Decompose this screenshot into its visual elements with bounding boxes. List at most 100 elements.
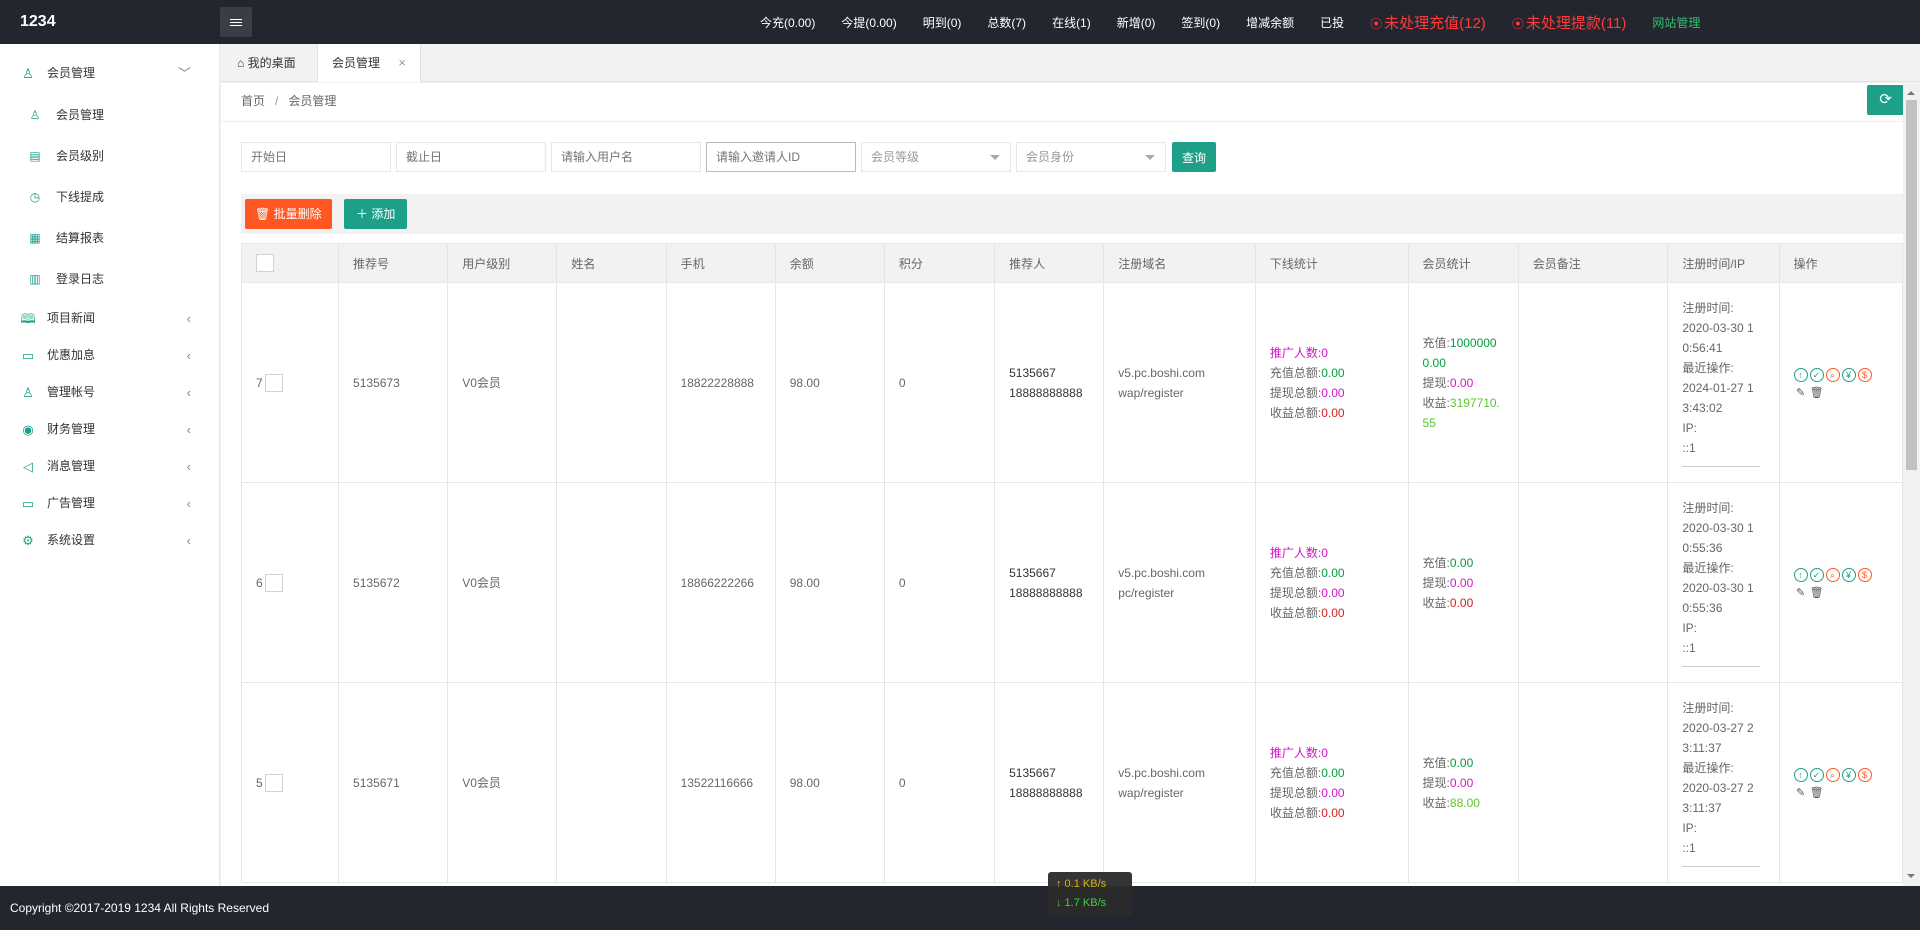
member-level-select[interactable]: 会员等级: [861, 142, 1011, 172]
header-stat-6[interactable]: 签到(0): [1181, 14, 1220, 31]
row-checkbox[interactable]: [264, 574, 283, 593]
trash-icon[interactable]: 🗑: [1810, 587, 1824, 601]
actions-row: ↑ ✓ ⌕ ¥ $: [1793, 765, 1888, 783]
end-date-input[interactable]: [396, 142, 546, 172]
header-stat-8[interactable]: 已投: [1320, 14, 1344, 31]
table-row: 5 5135671 V0会员 13522116666 98.00 0 5135667 1888…: [240, 682, 1903, 883]
batch-delete-button[interactable]: 🗑 批量删除: [245, 199, 332, 229]
domain-path: pc/register: [1118, 585, 1175, 600]
cell-domain: v5.pc.boshi.com wap/register: [1103, 682, 1256, 883]
sidebar-sub-item-4[interactable]: ▥ 登录日志: [0, 259, 219, 300]
chevron-left-icon: ‹: [186, 385, 191, 400]
sidebar-sub-item-0[interactable]: ♙ 会员管理: [0, 95, 219, 136]
header-stat-7[interactable]: 增减余额: [1246, 14, 1294, 31]
sidebar-group-1[interactable]: ▭ 优惠加息 ‹: [0, 337, 219, 374]
referrer-phone: 18888888888: [1009, 385, 1083, 400]
member-stat-label: 提现:: [1422, 575, 1450, 590]
member-identity-select[interactable]: 会员身份: [1016, 142, 1166, 172]
sidebar-group-5[interactable]: ▭ 广告管理 ‹: [0, 485, 219, 522]
referrer-phone: 18888888888: [1009, 785, 1083, 800]
edit-icon[interactable]: ✎: [1794, 787, 1808, 801]
recharge-icon[interactable]: ¥: [1841, 367, 1856, 382]
hamburger-icon: [230, 21, 242, 23]
sidebar-group-2[interactable]: ♙ 管理帐号 ‹: [0, 374, 219, 411]
sidebar-sub-label: 结算报表: [56, 231, 105, 245]
cell-ref-no: 5135673: [338, 282, 449, 483]
member-stat-value: 0.00: [1449, 555, 1474, 570]
add-label: 添加: [371, 207, 396, 221]
header-stat-10[interactable]: 未处理提款(11): [1512, 12, 1627, 33]
download-speed: ↓ 1.7 KB/s: [1056, 897, 1107, 909]
trash-icon[interactable]: 🗑: [1810, 787, 1824, 801]
upgrade-icon[interactable]: ↑: [1793, 567, 1808, 582]
tab-home[interactable]: ⌂ 我的桌面: [221, 44, 317, 82]
withdraw-icon[interactable]: $: [1857, 367, 1872, 382]
search-icon[interactable]: ⌕: [1825, 567, 1840, 582]
member-stat-line: 收益:0.00: [1423, 593, 1504, 613]
withdraw-icon[interactable]: $: [1857, 767, 1872, 782]
tab-member-management[interactable]: 会员管理 ×: [317, 44, 421, 82]
scroll-down-arrow-icon[interactable]: [1907, 874, 1915, 882]
last-op-label: 最近操作:: [1682, 361, 1734, 375]
sidebar-group-0[interactable]: 🕮 项目新闻 ‹: [0, 300, 219, 337]
cell-points: 0: [883, 682, 996, 883]
search-icon[interactable]: ⌕: [1825, 367, 1840, 382]
chevron-left-icon: ‹: [186, 311, 191, 326]
refresh-button[interactable]: ⟳: [1867, 85, 1903, 115]
sidebar-sub-item-1[interactable]: ▤ 会员级别: [0, 136, 219, 177]
recharge-icon[interactable]: ¥: [1841, 567, 1856, 582]
last-op-value: 2024-01-27 1 3:43:02: [1682, 381, 1754, 415]
edit-icon[interactable]: ✎: [1794, 387, 1808, 401]
upgrade-icon[interactable]: ↑: [1793, 767, 1808, 782]
recharge-icon[interactable]: ¥: [1841, 767, 1856, 782]
sidebar-sub-item-3[interactable]: ▦ 结算报表: [0, 218, 219, 259]
member-stat-line: 充值:0.00: [1423, 553, 1504, 573]
scroll-up-arrow-icon[interactable]: [1907, 87, 1915, 95]
scrollbar-thumb[interactable]: [1906, 100, 1917, 470]
row-checkbox[interactable]: [264, 774, 283, 793]
cell-name: [556, 482, 667, 683]
withdraw-icon[interactable]: $: [1857, 567, 1872, 582]
reg-time-label: 注册时间:: [1682, 301, 1734, 315]
breadcrumb-home[interactable]: 首页: [241, 94, 265, 108]
sidebar-sub-item-2[interactable]: ◷ 下线提成: [0, 177, 219, 218]
header-stat-2[interactable]: 明到(0): [923, 14, 962, 31]
cell-register-info: 注册时间: 2020-03-27 2 3:11:37 最近操作: 2020-03-27…: [1667, 682, 1780, 883]
edit-icon[interactable]: ✎: [1794, 587, 1808, 601]
select-all-checkbox[interactable]: [256, 254, 274, 272]
close-icon[interactable]: ×: [398, 44, 406, 82]
shield-check-icon[interactable]: ✓: [1809, 767, 1824, 782]
search-icon[interactable]: ⌕: [1825, 767, 1840, 782]
add-button[interactable]: ＋ 添加: [344, 199, 408, 229]
trash-icon[interactable]: 🗑: [1810, 387, 1824, 401]
cell-downline-stats: 推广人数:0 充值总额:0.00 提现总额:0.00 收益总额:0.00: [1254, 282, 1409, 483]
sidebar-group-4[interactable]: ◁ 消息管理 ‹: [0, 448, 219, 485]
menu-toggle-button[interactable]: [220, 7, 252, 37]
vertical-scrollbar[interactable]: [1903, 83, 1920, 886]
shield-check-icon[interactable]: ✓: [1809, 367, 1824, 382]
sidebar-group-member[interactable]: ♙ 会员管理 ﹀: [0, 52, 219, 95]
header-stat-0[interactable]: 今充(0.00): [760, 14, 815, 31]
row-checkbox[interactable]: [264, 374, 283, 393]
username-input[interactable]: [551, 142, 701, 172]
header-stat-1[interactable]: 今提(0.00): [841, 14, 896, 31]
cell-name: [556, 682, 667, 883]
start-date-input[interactable]: [241, 142, 391, 172]
inviter-id-input[interactable]: [706, 142, 856, 172]
member-stat-line: 提现:0.00: [1423, 573, 1504, 593]
column-header-0: [240, 243, 340, 283]
sidebar-group-6[interactable]: ⚙ 系统设置 ‹: [0, 522, 219, 559]
reg-time-value: 2020-03-27 2 3:11:37: [1682, 721, 1754, 755]
query-button[interactable]: 查询: [1172, 142, 1216, 172]
header-stat-11[interactable]: 网站管理: [1652, 14, 1700, 31]
shield-check-icon[interactable]: ✓: [1809, 567, 1824, 582]
header-stat-5[interactable]: 新增(0): [1117, 14, 1156, 31]
upgrade-icon[interactable]: ↑: [1793, 367, 1808, 382]
header-stat-4[interactable]: 在线(1): [1052, 14, 1091, 31]
divider: [1682, 866, 1761, 867]
domain-path: wap/register: [1118, 785, 1184, 800]
header-stat-9[interactable]: 未处理充值(12): [1370, 12, 1486, 33]
member-stat-value: 0.00: [1449, 575, 1474, 590]
header-stat-3[interactable]: 总数(7): [987, 14, 1026, 31]
sidebar-group-3[interactable]: ◉ 财务管理 ‹: [0, 411, 219, 448]
